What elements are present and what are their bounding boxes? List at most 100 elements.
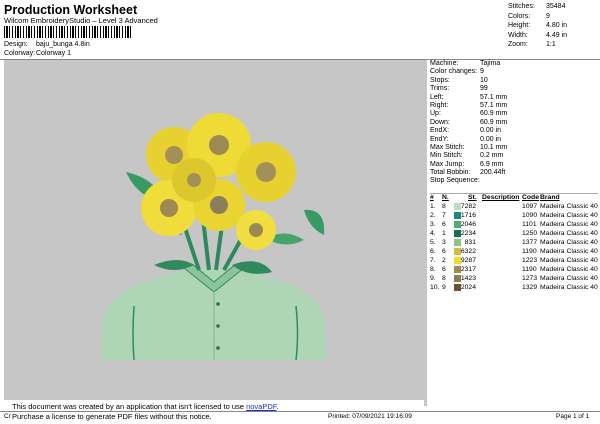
cell-num: 5. [430,239,436,246]
info-value: 99 [480,85,488,93]
cell-n: 6 [442,266,446,273]
color-swatch [454,203,461,210]
stats-row: Height: 4.80 in [508,22,598,32]
cell-code: 1190 [522,266,537,273]
design-value: baju_bunga 4.8in [36,41,90,48]
info-row: Total Bobbin: 200.44ft [430,169,598,177]
stats-value: 1:1 [546,41,556,48]
footer-left: Cr [4,413,11,420]
info-value: 200.44ft [480,169,506,177]
cell-num: 1. [430,203,436,210]
info-label: Max Jump: [430,160,465,168]
cell-brand: Madeira Classic 40 [540,284,598,291]
cell-st: 1423 [460,275,476,282]
cell-num: 9. [430,275,436,282]
cell-code: 1223 [522,257,538,264]
stats-label: Zoom: [508,41,528,48]
cell-code: 1329 [522,284,538,291]
cell-num: 7. [430,257,436,264]
cell-st: 7282 [460,203,476,210]
info-row: Right: 57.1 mm [430,102,598,110]
cell-brand: Madeira Classic 40 [540,248,598,255]
table-row: 4. 1 2234 1250 Madeira Classic 40 [430,230,598,239]
cell-st: 9287 [460,257,476,264]
stats-row: Colors: 9 [508,13,598,23]
cell-num: 3. [430,221,436,228]
cell-code: 1101 [522,221,537,228]
cell-n: 9 [442,284,446,291]
info-row: Min Stitch: 0.2 mm [430,152,598,160]
info-value: 6.9 mm [480,160,504,168]
info-label: Min Stitch: [430,152,463,160]
software-name: Wilcom EmbroideryStudio – Level 3 Advanc… [4,16,158,25]
color-swatch [454,221,461,228]
color-swatch [454,275,461,282]
stats-label: Colors: [508,12,531,20]
cell-code: 1090 [522,212,538,219]
cell-brand: Madeira Classic 40 [540,221,598,228]
info-row: Machine: Tajima [430,60,598,68]
col-code: Code [522,194,539,201]
cell-num: 2. [430,212,436,219]
cell-st: 2317 [460,266,476,273]
cell-brand: Madeira Classic 40 [540,230,598,237]
info-row: Trims: 99 [430,85,598,93]
color-swatch [454,284,461,291]
design-preview [4,60,427,406]
novapdf-link[interactable]: novaPDF [246,402,276,411]
machine-info: Machine: Tajima Color changes: 9 Stops: 10 … [430,60,598,186]
cell-st: 2046 [460,221,476,228]
info-label: EndX: [430,127,450,135]
notice-line-2: Purchase a license to generate PDF files… [12,412,212,421]
cell-n: 1 [442,230,446,237]
color-swatch [454,239,461,246]
cell-num: 6. [430,248,436,255]
cell-code: 1273 [522,275,538,282]
cell-n: 8 [442,275,446,282]
info-row: Color changes: 9 [430,68,598,76]
stats-label: Height: [508,22,531,29]
info-label: Right: [430,101,449,109]
info-label: Left: [430,93,444,101]
cell-brand: Madeira Classic 40 [540,203,598,210]
cell-brand: Madeira Classic 40 [540,266,598,273]
info-label: Trims: [430,85,450,93]
cell-num: 4. [430,230,436,237]
cell-st: 2234 [460,230,476,237]
stats-row: Width: 4.49 in [508,32,598,42]
info-label: EndY: [430,135,449,143]
cell-st: 6322 [460,248,476,255]
col-n: N. [442,194,449,201]
info-label: Total Bobbin: [430,169,471,177]
color-swatch [454,212,461,219]
cell-code: 1190 [522,248,537,255]
info-label: Up: [430,110,441,118]
cell-num: 8. [430,266,436,273]
color-swatch [454,248,461,255]
stats-value: 35484 [546,3,566,10]
footer-divider [0,411,600,412]
stats-row: Zoom: 1:1 [508,41,598,51]
page-title: Production Worksheet [4,3,138,17]
notice-line-1: This document was created by an applicat… [12,402,279,411]
info-value: 0.00 in [480,127,502,135]
table-row: 3. 6 2046 1101 Madeira Classic 40 [430,221,598,230]
stats-value: 4.49 in [546,31,568,39]
printed-date: Printed: 07/09/2021 19:16:09 [328,413,412,420]
info-value: 0.00 in [480,135,502,143]
info-value: 0.2 mm [480,152,504,160]
stats-label: Stitches: [508,3,535,10]
embroidery-image [102,113,326,361]
cell-code: 1250 [522,230,538,237]
table-row: 7. 2 9287 1223 Madeira Classic 40 [430,257,598,266]
colorway-label: Colorway: [4,50,36,57]
cell-n: 7 [442,212,446,219]
color-swatch [454,257,461,264]
stats-row: Stitches: 35484 [508,3,598,13]
info-value: 57.1 mm [480,101,508,109]
info-label: Max Stitch: [430,143,465,151]
color-swatch [454,230,461,237]
table-row: 6. 6 6322 1190 Madeira Classic 40 [430,248,598,257]
table-row: 1. 8 7282 1097 Madeira Classic 40 [430,203,598,212]
stats-panel: Stitches: 35484 Colors: 9 Height: 4.80 in W… [508,3,598,51]
